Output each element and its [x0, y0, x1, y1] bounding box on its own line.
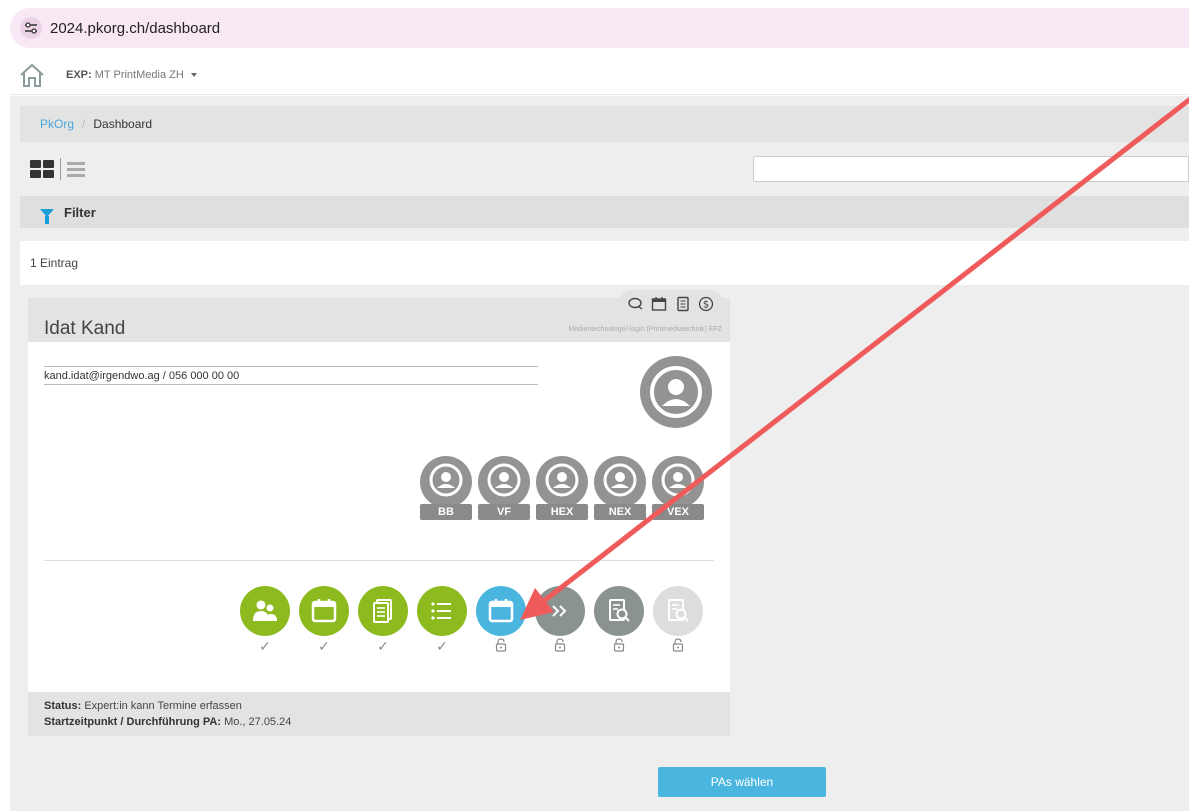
candidate-avatar: [640, 356, 712, 428]
breadcrumb-separator: /: [82, 117, 86, 131]
status-label: Status:: [44, 700, 82, 712]
filter-toggle[interactable]: Filter: [20, 196, 1189, 228]
card-footer: Status: Expert:in kann Termine erfassen …: [28, 692, 730, 736]
role-label: BB: [420, 504, 472, 520]
breadcrumb: PkOrg / Dashboard: [20, 106, 1189, 142]
breadcrumb-root-link[interactable]: PkOrg: [40, 117, 74, 131]
role-bb[interactable]: BB: [418, 456, 476, 522]
filter-label: Filter: [64, 204, 96, 220]
step-final-review[interactable]: [653, 586, 712, 656]
role-vex[interactable]: VEX: [650, 456, 708, 522]
dollar-icon[interactable]: $: [696, 294, 716, 314]
filter-icon: [40, 209, 54, 224]
step-list[interactable]: ✓: [417, 586, 476, 656]
lock-icon: [653, 638, 703, 655]
main-content: PkOrg / Dashboard Filter 1 Eintrag Idat …: [10, 96, 1189, 811]
calendar-icon: [476, 586, 526, 636]
document-search-icon: [594, 586, 644, 636]
person-icon: [420, 456, 472, 508]
grid-view-icon[interactable]: [30, 160, 54, 178]
home-icon[interactable]: [18, 61, 46, 89]
process-steps: ✓ ✓ ✓ ✓: [240, 586, 712, 656]
chat-icon[interactable]: [626, 294, 646, 314]
candidate-card: Idat Kand Medientechnologe/-login (Print…: [28, 290, 730, 736]
role-nex[interactable]: NEX: [592, 456, 650, 522]
lock-icon: [535, 638, 585, 655]
exp-value: MT PrintMedia ZH: [94, 68, 184, 81]
check-mark: ✓: [436, 638, 448, 654]
documents-icon: [358, 586, 408, 636]
start-line: Startzeitpunkt / Durchführung PA: Mo., 2…: [44, 714, 714, 730]
choose-pas-button[interactable]: PAs wählen: [658, 767, 826, 797]
caret-down-icon: [190, 72, 197, 77]
url-text[interactable]: 2024.pkorg.ch/dashboard: [50, 20, 220, 37]
role-label: VF: [478, 504, 530, 520]
card-divider: [44, 560, 714, 561]
svg-text:$: $: [703, 300, 709, 311]
person-icon: [478, 456, 530, 508]
view-toggle: [30, 158, 85, 180]
start-value: Mo., 27.05.24: [224, 716, 292, 728]
browser-url-bar[interactable]: 2024.pkorg.ch/dashboard: [10, 8, 1189, 48]
role-label: HEX: [536, 504, 588, 520]
step-appointments[interactable]: [476, 586, 535, 656]
status-line: Status: Expert:in kann Termine erfassen: [44, 698, 714, 714]
double-chevron-icon: [535, 586, 585, 636]
check-mark: ✓: [259, 638, 271, 654]
result-count-text: 1 Eintrag: [30, 256, 79, 270]
document-search-icon: [653, 586, 703, 636]
document-icon[interactable]: [673, 294, 693, 314]
view-toggle-divider: [60, 158, 61, 180]
status-value: Expert:in kann Termine erfassen: [84, 700, 242, 712]
person-icon: [536, 456, 588, 508]
calendar-icon: [299, 586, 349, 636]
site-settings-icon[interactable]: [20, 17, 42, 39]
calendar-icon[interactable]: [649, 294, 669, 314]
person-icon: [594, 456, 646, 508]
result-count: 1 Eintrag: [20, 241, 1189, 285]
step-participants[interactable]: ✓: [240, 586, 299, 656]
candidate-name[interactable]: Idat Kand: [44, 318, 125, 340]
breadcrumb-current: Dashboard: [93, 117, 153, 131]
candidate-profession: Medientechnologe/-login (Printmediatechn…: [568, 326, 722, 333]
step-calendar[interactable]: ✓: [299, 586, 358, 656]
step-review[interactable]: [594, 586, 653, 656]
lock-icon: [476, 638, 526, 655]
app-top-bar: EXP: MT PrintMedia ZH: [10, 55, 1189, 95]
step-forward[interactable]: [535, 586, 594, 656]
candidate-contact: kand.idat@irgendwo.ag / 056 000 00 00: [44, 366, 538, 385]
person-icon: [652, 456, 704, 508]
step-documents[interactable]: ✓: [358, 586, 417, 656]
card-header-icons: $: [618, 290, 724, 318]
lock-icon: [594, 638, 644, 655]
list-icon: [417, 586, 467, 636]
search-input[interactable]: [753, 156, 1189, 182]
start-label: Startzeitpunkt / Durchführung PA:: [44, 716, 222, 728]
check-mark: ✓: [318, 638, 330, 654]
role-avatars: BB VF HEX NEX VEX: [418, 456, 708, 522]
exp-label: EXP:: [66, 68, 92, 81]
people-icon: [240, 586, 290, 636]
role-label: NEX: [594, 504, 646, 520]
exp-selector[interactable]: EXP: MT PrintMedia ZH: [66, 69, 197, 81]
check-mark: ✓: [377, 638, 389, 654]
role-vf[interactable]: VF: [476, 456, 534, 522]
role-label: VEX: [652, 504, 704, 520]
role-hex[interactable]: HEX: [534, 456, 592, 522]
list-view-icon[interactable]: [67, 159, 85, 180]
